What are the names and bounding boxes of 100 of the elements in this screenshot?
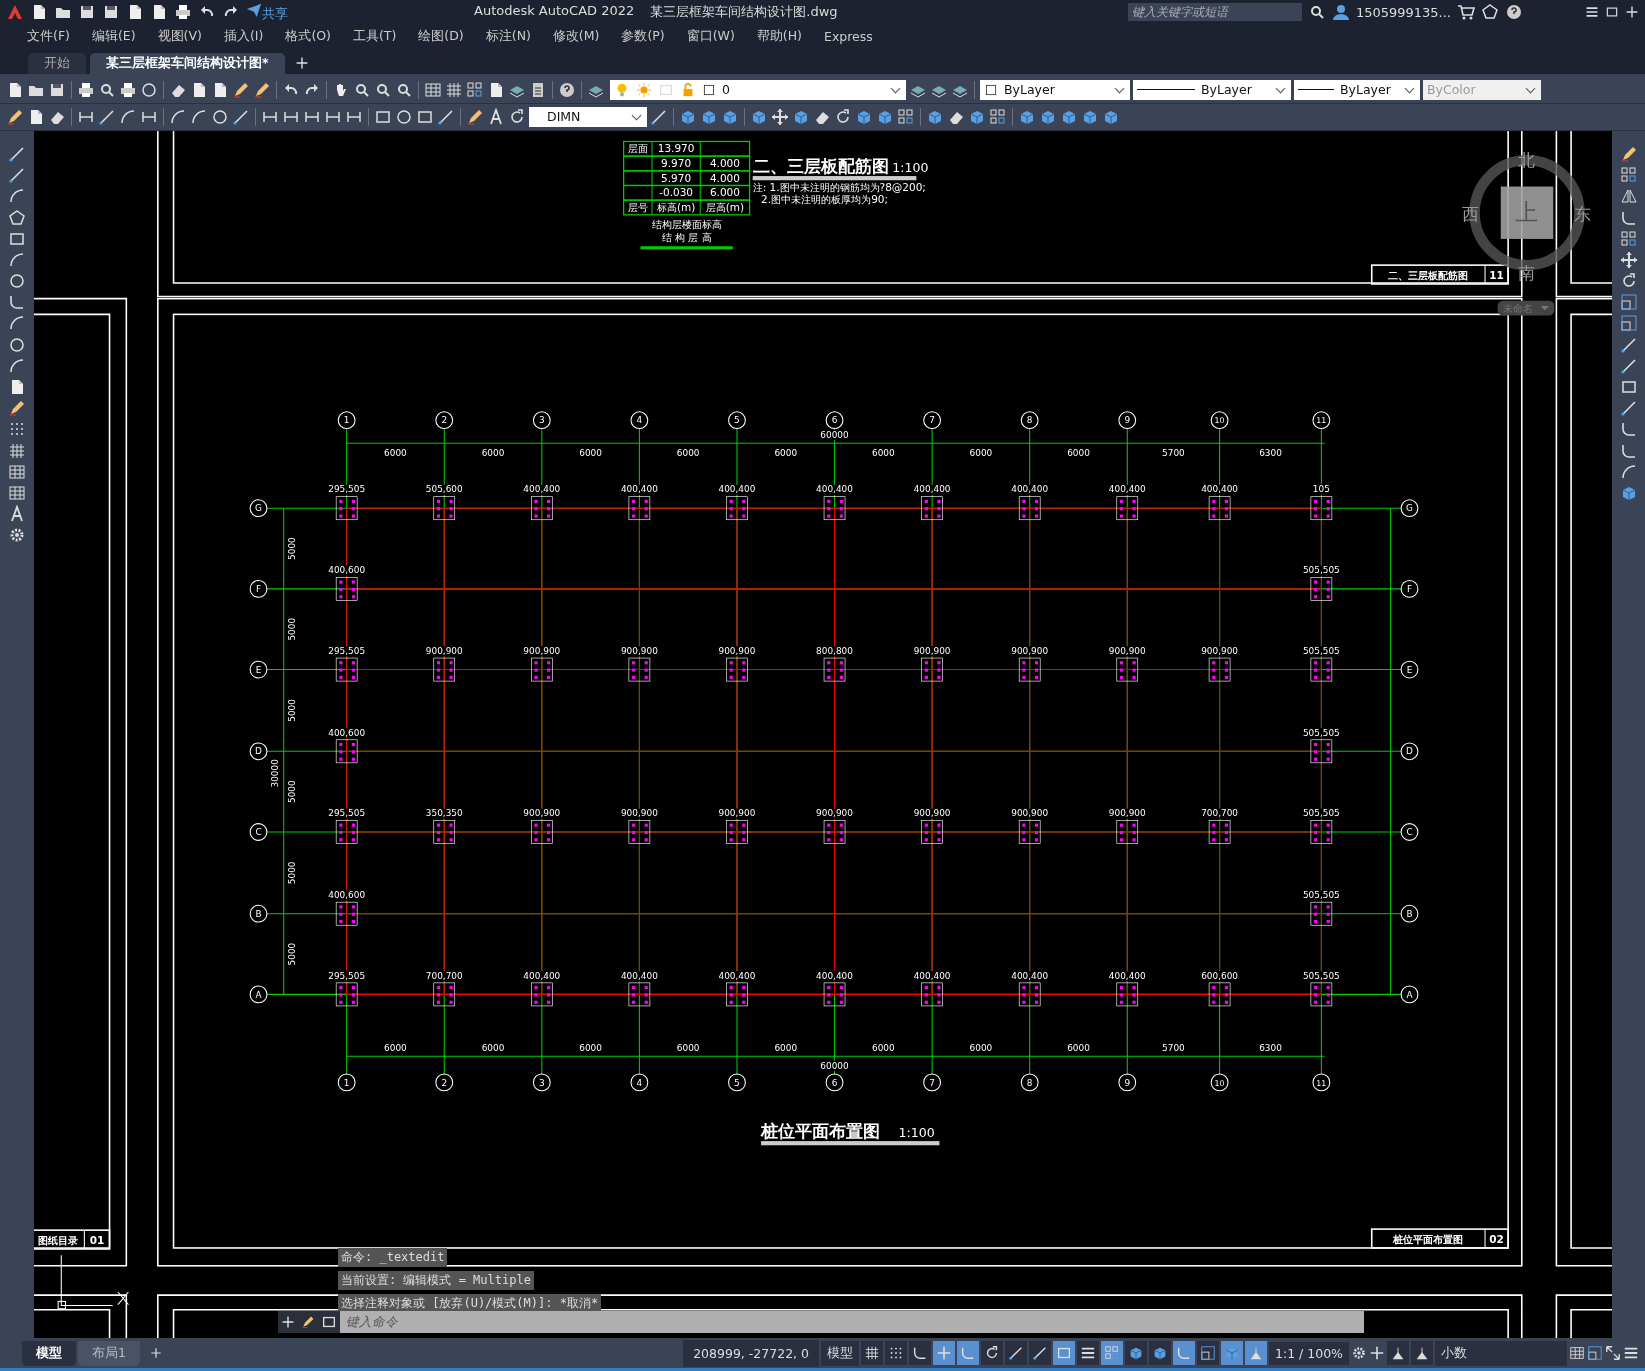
layout-tab[interactable]: 布局1 [78, 1340, 140, 1366]
pile-cap-label: 400,400 [523, 484, 561, 495]
pile-cap-label: 400,400 [523, 970, 561, 981]
pile-cap-label: 505,600 [425, 484, 463, 495]
table-cell: 4.000 [709, 157, 740, 170]
sheet-number: 02 [1489, 1232, 1504, 1245]
pile-cap-label: 505,505 [1302, 808, 1340, 819]
table-cell: 13.970 [657, 142, 695, 155]
axis-label: 8 [1026, 1077, 1033, 1088]
color-dropdown[interactable]: ByLayer [980, 79, 1130, 100]
pile-cap-label: 900,900 [718, 808, 756, 819]
dimension-text: 6300 [1259, 447, 1282, 458]
table-cell: 层面 [627, 142, 648, 155]
axis-label: G [1406, 503, 1413, 514]
menu-item[interactable]: 文件(F) [16, 28, 81, 46]
pile-cap-label: 400,400 [620, 970, 658, 981]
axis-label: D [255, 746, 262, 757]
dimension-text: 5000 [287, 617, 298, 641]
table-cell: 层高(m) [705, 201, 745, 214]
dimension-text: 5000 [287, 537, 298, 560]
dimension-style-dropdown[interactable]: DIMN [529, 106, 647, 127]
document-tab[interactable]: 开始 [28, 52, 86, 74]
dimension-text: 6000 [384, 447, 407, 458]
axis-label: 4 [636, 1077, 643, 1088]
menu-item[interactable]: 修改(M) [541, 28, 611, 46]
dimension-text: 5700 [1162, 447, 1185, 458]
axis-label: 3 [539, 415, 545, 426]
menu-item[interactable]: 工具(T) [341, 28, 408, 46]
dimension-text: 5000 [287, 699, 298, 722]
pile-cap-label: 900,900 [620, 645, 658, 656]
dimension-text: 6000 [1067, 1042, 1090, 1053]
axis-label: 9 [1124, 1077, 1131, 1088]
dimension-text: 6000 [579, 447, 602, 458]
menu-item[interactable]: 帮助(H) [745, 28, 813, 46]
pile-cap-label: 600,600 [1201, 970, 1239, 981]
pile-cap-label: 900,900 [620, 808, 658, 819]
pile-cap-label: 295,505 [328, 970, 366, 981]
annotation-scale-button[interactable]: 1:1 / 100% [1269, 1341, 1349, 1365]
dimension-text: 6000 [1067, 447, 1090, 458]
pile-cap-label: 900,900 [816, 808, 853, 819]
axis-label: 5 [734, 415, 740, 426]
layout-tab[interactable]: 模型 [22, 1340, 76, 1366]
table-cell: 6.000 [709, 186, 740, 199]
command-input[interactable]: 键入命令 [340, 1310, 1364, 1333]
pile-cap-label: 400,400 [1011, 970, 1049, 981]
file-name: 某三层框架车间结构设计图.dwg [650, 3, 838, 22]
menu-item[interactable]: 参数(P) [610, 28, 676, 46]
dimension-text: 30000 [270, 759, 281, 788]
menu-item[interactable]: 窗口(W) [675, 28, 746, 46]
model-space-button[interactable]: 模型 [821, 1340, 859, 1366]
axis-label: 1 [343, 415, 350, 426]
document-tab[interactable]: 某三层框架车间结构设计图* [90, 52, 285, 74]
search-field[interactable]: 键入关键字或短语 [1127, 3, 1302, 22]
pile-cap-label: 400,400 [1108, 484, 1146, 495]
dimension-text: 5000 [287, 780, 298, 803]
axis-label: A [1406, 989, 1413, 1000]
axis-label: 7 [929, 1077, 935, 1088]
dimension-text: 6000 [969, 1042, 993, 1053]
dimension-text: 6000 [481, 1042, 505, 1053]
layer-dropdown[interactable]: 0 [610, 79, 906, 100]
pile-cap-label: 900,900 [1108, 808, 1146, 819]
pile-cap-label: 400,400 [718, 484, 756, 495]
pile-cap-label: 400,400 [913, 484, 951, 495]
dimension-text: 6000 [676, 1042, 700, 1053]
pile-cap-label: 505,505 [1302, 970, 1340, 981]
menu-item[interactable]: 格式(O) [274, 28, 342, 46]
menu-item[interactable]: 编辑(E) [80, 28, 147, 46]
dimension-text: 6000 [774, 447, 798, 458]
sheet-title: 二、三层板配筋图 [1388, 268, 1469, 281]
pile-cap-label: 900,900 [1011, 645, 1049, 656]
share-button[interactable]: 共享 [246, 2, 288, 23]
table-cell: 9.970 [661, 157, 692, 170]
units-dropdown[interactable]: 小数 [1435, 1340, 1567, 1366]
pile-cap-label: 400,400 [913, 970, 951, 981]
linetype-dropdown[interactable]: ByLayer [1133, 79, 1291, 100]
pile-cap-label: 295,505 [328, 808, 366, 819]
user-name[interactable]: 1505999135... [1355, 5, 1451, 20]
pile-cap-label: 900,900 [913, 808, 951, 819]
app-title: Autodesk AutoCAD 2022 [474, 3, 635, 21]
pile-cap-label: 900,900 [1201, 645, 1239, 656]
menu-item[interactable]: 视图(V) [146, 28, 213, 46]
drawing-note: 2.图中未注明的板厚均为90; [761, 193, 888, 206]
dimension-text: 6000 [774, 1042, 798, 1053]
pile-cap-label: 400,600 [328, 727, 366, 738]
menu-item[interactable]: 插入(I) [212, 28, 275, 46]
table-cell: 层号 [627, 201, 648, 214]
axis-label: E [1406, 664, 1413, 675]
menu-item[interactable]: Express [813, 29, 884, 45]
menu-item[interactable]: 绘图(D) [407, 28, 475, 46]
dimension-text: 6000 [872, 447, 895, 458]
lineweight-dropdown[interactable]: ByLayer [1294, 79, 1420, 100]
compass-north[interactable]: 北 [1518, 149, 1536, 170]
drawing-scale: 1:100 [892, 159, 929, 175]
axis-label: 3 [539, 1077, 545, 1088]
menu-item[interactable]: 标注(N) [474, 28, 542, 46]
pile-cap-label: 700,700 [425, 970, 463, 981]
pile-cap-label: 400,400 [1108, 970, 1146, 981]
pile-cap-label: 505,505 [1302, 889, 1340, 900]
pile-cap-label: 400,400 [1201, 484, 1239, 495]
axis-label: B [255, 908, 262, 919]
